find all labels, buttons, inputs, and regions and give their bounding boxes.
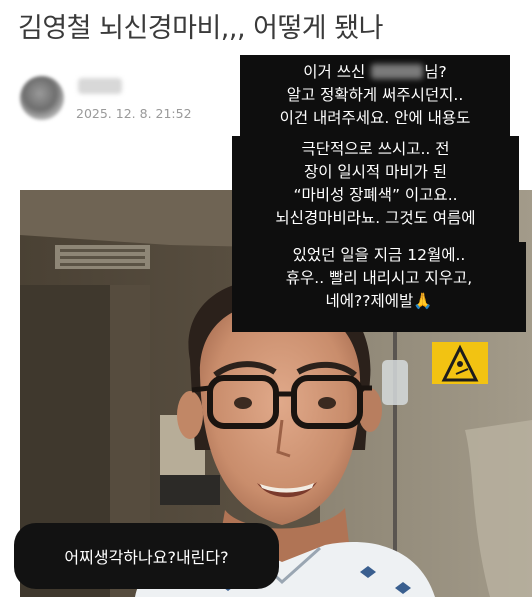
- story-text-box: 이거 쓰신 님? 알고 정확하게 써주시던지.. 이건 내려주세요. 안에 내용…: [240, 55, 510, 137]
- comment-bubble[interactable]: 어찌생각하나요?내린다?: [14, 523, 279, 589]
- post-date: 2025. 12. 8. 21:52: [76, 106, 192, 121]
- author-row: 보호 2025. 12. 8. 21:52: [20, 70, 240, 130]
- redacted-name: [371, 64, 424, 79]
- story-line: 네에??제에발🙏: [325, 292, 433, 310]
- story-line: 알고 정확하게 써주시던지..: [286, 86, 464, 104]
- author-name[interactable]: 보호: [78, 78, 122, 94]
- story-text-box: 있었던 일을 지금 12월에.. 휴우.. 빨리 내리시고 지우고, 네에??제…: [232, 242, 526, 332]
- story-line: “마비성 장폐색” 이고요..: [293, 186, 458, 204]
- story-line: 휴우.. 빨리 내리시고 지우고,: [285, 269, 473, 287]
- story-line: 이거 쓰신 님?: [303, 63, 447, 81]
- story-line: 뇌신경마비라뇨. 그것도 여름에: [275, 209, 476, 227]
- story-line: 이건 내려주세요. 안에 내용도: [279, 109, 471, 127]
- story-line: 장이 일시적 마비가 된: [303, 163, 448, 181]
- story-line: 극단적으로 쓰시고.. 전: [301, 140, 450, 158]
- story-text-box: 극단적으로 쓰시고.. 전 장이 일시적 마비가 된 “마비성 장폐색” 이고요…: [232, 136, 519, 244]
- avatar[interactable]: [20, 76, 64, 120]
- post-title: 김영철 뇌신경마비,,, 어떻게 됐나: [18, 13, 383, 44]
- story-line: 있었던 일을 지금 12월에..: [292, 246, 466, 264]
